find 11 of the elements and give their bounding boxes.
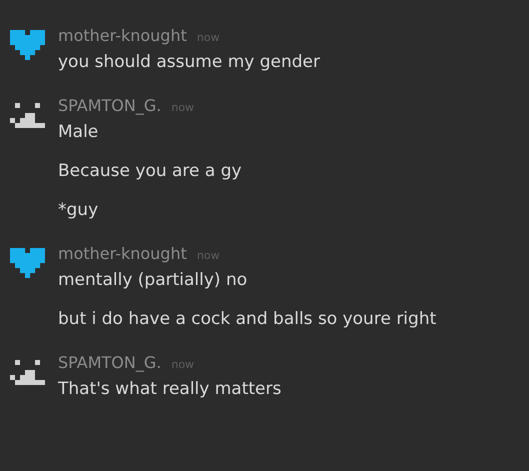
message-text: you should assume my gender (58, 51, 320, 74)
message-text: That's what really matters (58, 378, 282, 401)
message-text: Male (58, 121, 100, 144)
message-text: but i do have a cock and balls so youre right (58, 308, 436, 331)
username[interactable]: mother-knought (58, 26, 187, 45)
username[interactable]: mother-knought (58, 244, 187, 263)
message-text: mentally (partially) no (58, 269, 248, 292)
username[interactable]: SPAMTON_G. (58, 353, 162, 372)
message-text: *guy (58, 199, 100, 222)
message-text: Because you are a gy (58, 160, 242, 183)
username[interactable]: SPAMTON_G. (58, 96, 162, 115)
